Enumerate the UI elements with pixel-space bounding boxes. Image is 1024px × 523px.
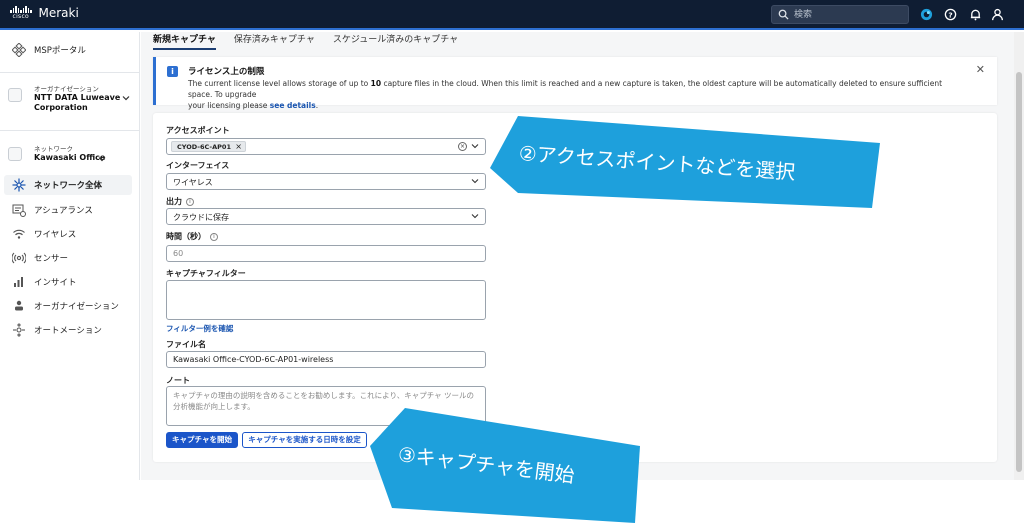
file-name-value: Kawasaki Office-CYOD-6C-AP01-wireless xyxy=(173,355,334,364)
sidebar-item-wireless[interactable]: ワイヤレス xyxy=(4,226,132,242)
organization-icon xyxy=(8,88,22,102)
automation-icon xyxy=(13,323,25,337)
info-icon: i xyxy=(167,66,178,77)
duration-placeholder: 60 xyxy=(173,249,184,258)
organization-caption: オーガナイゼーション xyxy=(34,85,99,93)
sidebar-item-automation[interactable]: オートメーション xyxy=(4,322,132,338)
assurance-icon xyxy=(12,204,26,217)
network-caption: ネットワーク xyxy=(34,145,73,153)
file-name-input[interactable]: Kawasaki Office-CYOD-6C-AP01-wireless xyxy=(166,351,486,368)
sidebar-item-insight[interactable]: インサイト xyxy=(4,274,132,290)
duration-input[interactable]: 60 xyxy=(166,245,486,262)
notice-text: The current license level allows storage… xyxy=(188,79,371,88)
license-notice: i ライセンス上の制限 The current license level al… xyxy=(153,57,997,110)
duration-label: 時間（秒） i xyxy=(166,231,218,242)
organization-name-line2: Corporation xyxy=(34,103,88,112)
page-scrollbar[interactable] xyxy=(1014,32,1024,480)
duration-label-text: 時間（秒） xyxy=(166,232,206,241)
see-details-link[interactable]: see details xyxy=(270,101,316,110)
sidebar-item-label: MSPポータル xyxy=(34,46,86,56)
sidebar-item-assurance[interactable]: アシュアランス xyxy=(4,202,132,218)
schedule-capture-button[interactable]: キャプチャを実施する日時を設定 xyxy=(242,432,367,448)
sidebar-divider xyxy=(0,130,140,131)
organization-selector[interactable]: オーガナイゼーション NTT DATA Luweave Corporation xyxy=(4,82,132,116)
notice-title: ライセンス上の制限 xyxy=(188,67,265,77)
chevron-down-icon xyxy=(471,144,479,149)
sensor-icon xyxy=(12,252,26,264)
sidebar-item-label: ワイヤレス xyxy=(34,230,77,240)
meraki-logo[interactable]: cisco Meraki xyxy=(10,6,79,20)
search-icon xyxy=(778,9,789,20)
search-input[interactable] xyxy=(794,7,904,22)
chip-remove-icon[interactable]: × xyxy=(235,142,242,152)
sidebar-item-label: センサー xyxy=(34,254,69,264)
sidebar-item-label: インサイト xyxy=(34,278,77,288)
info-icon[interactable]: i xyxy=(210,233,218,241)
output-label-text: 出力 xyxy=(166,197,182,206)
user-account-icon[interactable] xyxy=(991,8,1004,21)
sidebar-item-label: オートメーション xyxy=(34,326,102,336)
capture-filter-label: キャプチャフィルター xyxy=(166,269,246,278)
chevron-down-icon xyxy=(471,214,479,219)
app-name: Meraki xyxy=(38,6,79,20)
msp-portal-icon xyxy=(12,43,26,57)
svg-text:?: ? xyxy=(948,10,952,19)
interface-value: ワイヤレス xyxy=(173,178,213,187)
output-label: 出力 i xyxy=(166,196,194,207)
organization-icon xyxy=(15,300,23,311)
access-point-select[interactable]: CYOD-6C-AP01 × × xyxy=(166,138,486,155)
sidebar-item-organization[interactable]: オーガナイゼーション xyxy=(4,298,132,314)
network-icon xyxy=(8,147,22,161)
output-select[interactable]: クラウドに保存 xyxy=(166,208,486,225)
chevron-down-icon xyxy=(98,157,106,162)
capture-tabs: 新規キャプチャ 保存済みキャプチャ スケジュール済みのキャプチャ xyxy=(153,32,458,50)
interface-select[interactable]: ワイヤレス xyxy=(166,173,486,190)
notice-text: . xyxy=(315,101,319,110)
sidebar-item-label: ネットワーク全体 xyxy=(34,181,103,191)
scrollbar-thumb[interactable] xyxy=(1016,72,1022,472)
capture-filter-textarea[interactable] xyxy=(166,280,486,320)
sidebar-item-label: オーガナイゼーション xyxy=(34,302,119,312)
cisco-text: cisco xyxy=(12,13,30,20)
close-icon[interactable]: ✕ xyxy=(976,63,985,76)
search-box[interactable] xyxy=(771,5,909,24)
insight-icon xyxy=(14,277,23,287)
start-capture-button[interactable]: キャプチャを開始 xyxy=(166,432,238,448)
sidebar-divider xyxy=(0,72,140,73)
sidebar-item-label: アシュアランス xyxy=(34,206,93,216)
clear-selection-icon[interactable]: × xyxy=(458,142,467,151)
access-point-label: アクセスポイント xyxy=(166,126,230,135)
network-name: Kawasaki Office xyxy=(34,153,106,162)
tab-scheduled-captures[interactable]: スケジュール済みのキャプチャ xyxy=(333,32,458,50)
sidebar-item-msp-portal[interactable]: MSPポータル xyxy=(4,42,132,58)
organization-name-line1: NTT DATA Luweave xyxy=(34,93,121,102)
note-label: ノート xyxy=(166,376,190,385)
notice-limit-count: 10 xyxy=(370,79,382,88)
notice-text: your licensing please xyxy=(188,101,270,110)
output-value: クラウドに保存 xyxy=(173,213,229,222)
network-selector[interactable]: ネットワーク Kawasaki Office xyxy=(4,142,132,168)
filter-examples-link[interactable]: フィルター例を確認 xyxy=(166,323,233,334)
file-name-label: ファイル名 xyxy=(166,340,206,349)
sidebar-item-sensor[interactable]: センサー xyxy=(4,250,132,266)
chip-label: CYOD-6C-AP01 xyxy=(177,143,231,151)
wifi-icon xyxy=(13,229,25,239)
cisco-logo-icon: cisco xyxy=(10,6,32,20)
info-icon[interactable]: i xyxy=(186,198,194,206)
access-point-chip[interactable]: CYOD-6C-AP01 × xyxy=(171,141,246,152)
chevron-down-icon xyxy=(471,179,479,184)
notice-body: The current license level allows storage… xyxy=(188,78,968,111)
meraki-assistant-icon[interactable] xyxy=(920,8,933,21)
interface-label: インターフェイス xyxy=(166,161,230,170)
help-icon[interactable]: ? xyxy=(944,8,957,21)
network-wide-icon xyxy=(12,178,26,192)
tab-saved-captures[interactable]: 保存済みキャプチャ xyxy=(234,32,315,50)
sidebar: MSPポータル オーガナイゼーション NTT DATA Luweave Corp… xyxy=(0,32,140,480)
sidebar-item-network-wide[interactable]: ネットワーク全体 xyxy=(4,175,132,195)
tab-new-capture[interactable]: 新規キャプチャ xyxy=(153,32,216,50)
chevron-down-icon xyxy=(122,96,130,101)
notification-bell-icon[interactable] xyxy=(969,8,982,21)
top-bar: cisco Meraki ? xyxy=(0,0,1024,30)
